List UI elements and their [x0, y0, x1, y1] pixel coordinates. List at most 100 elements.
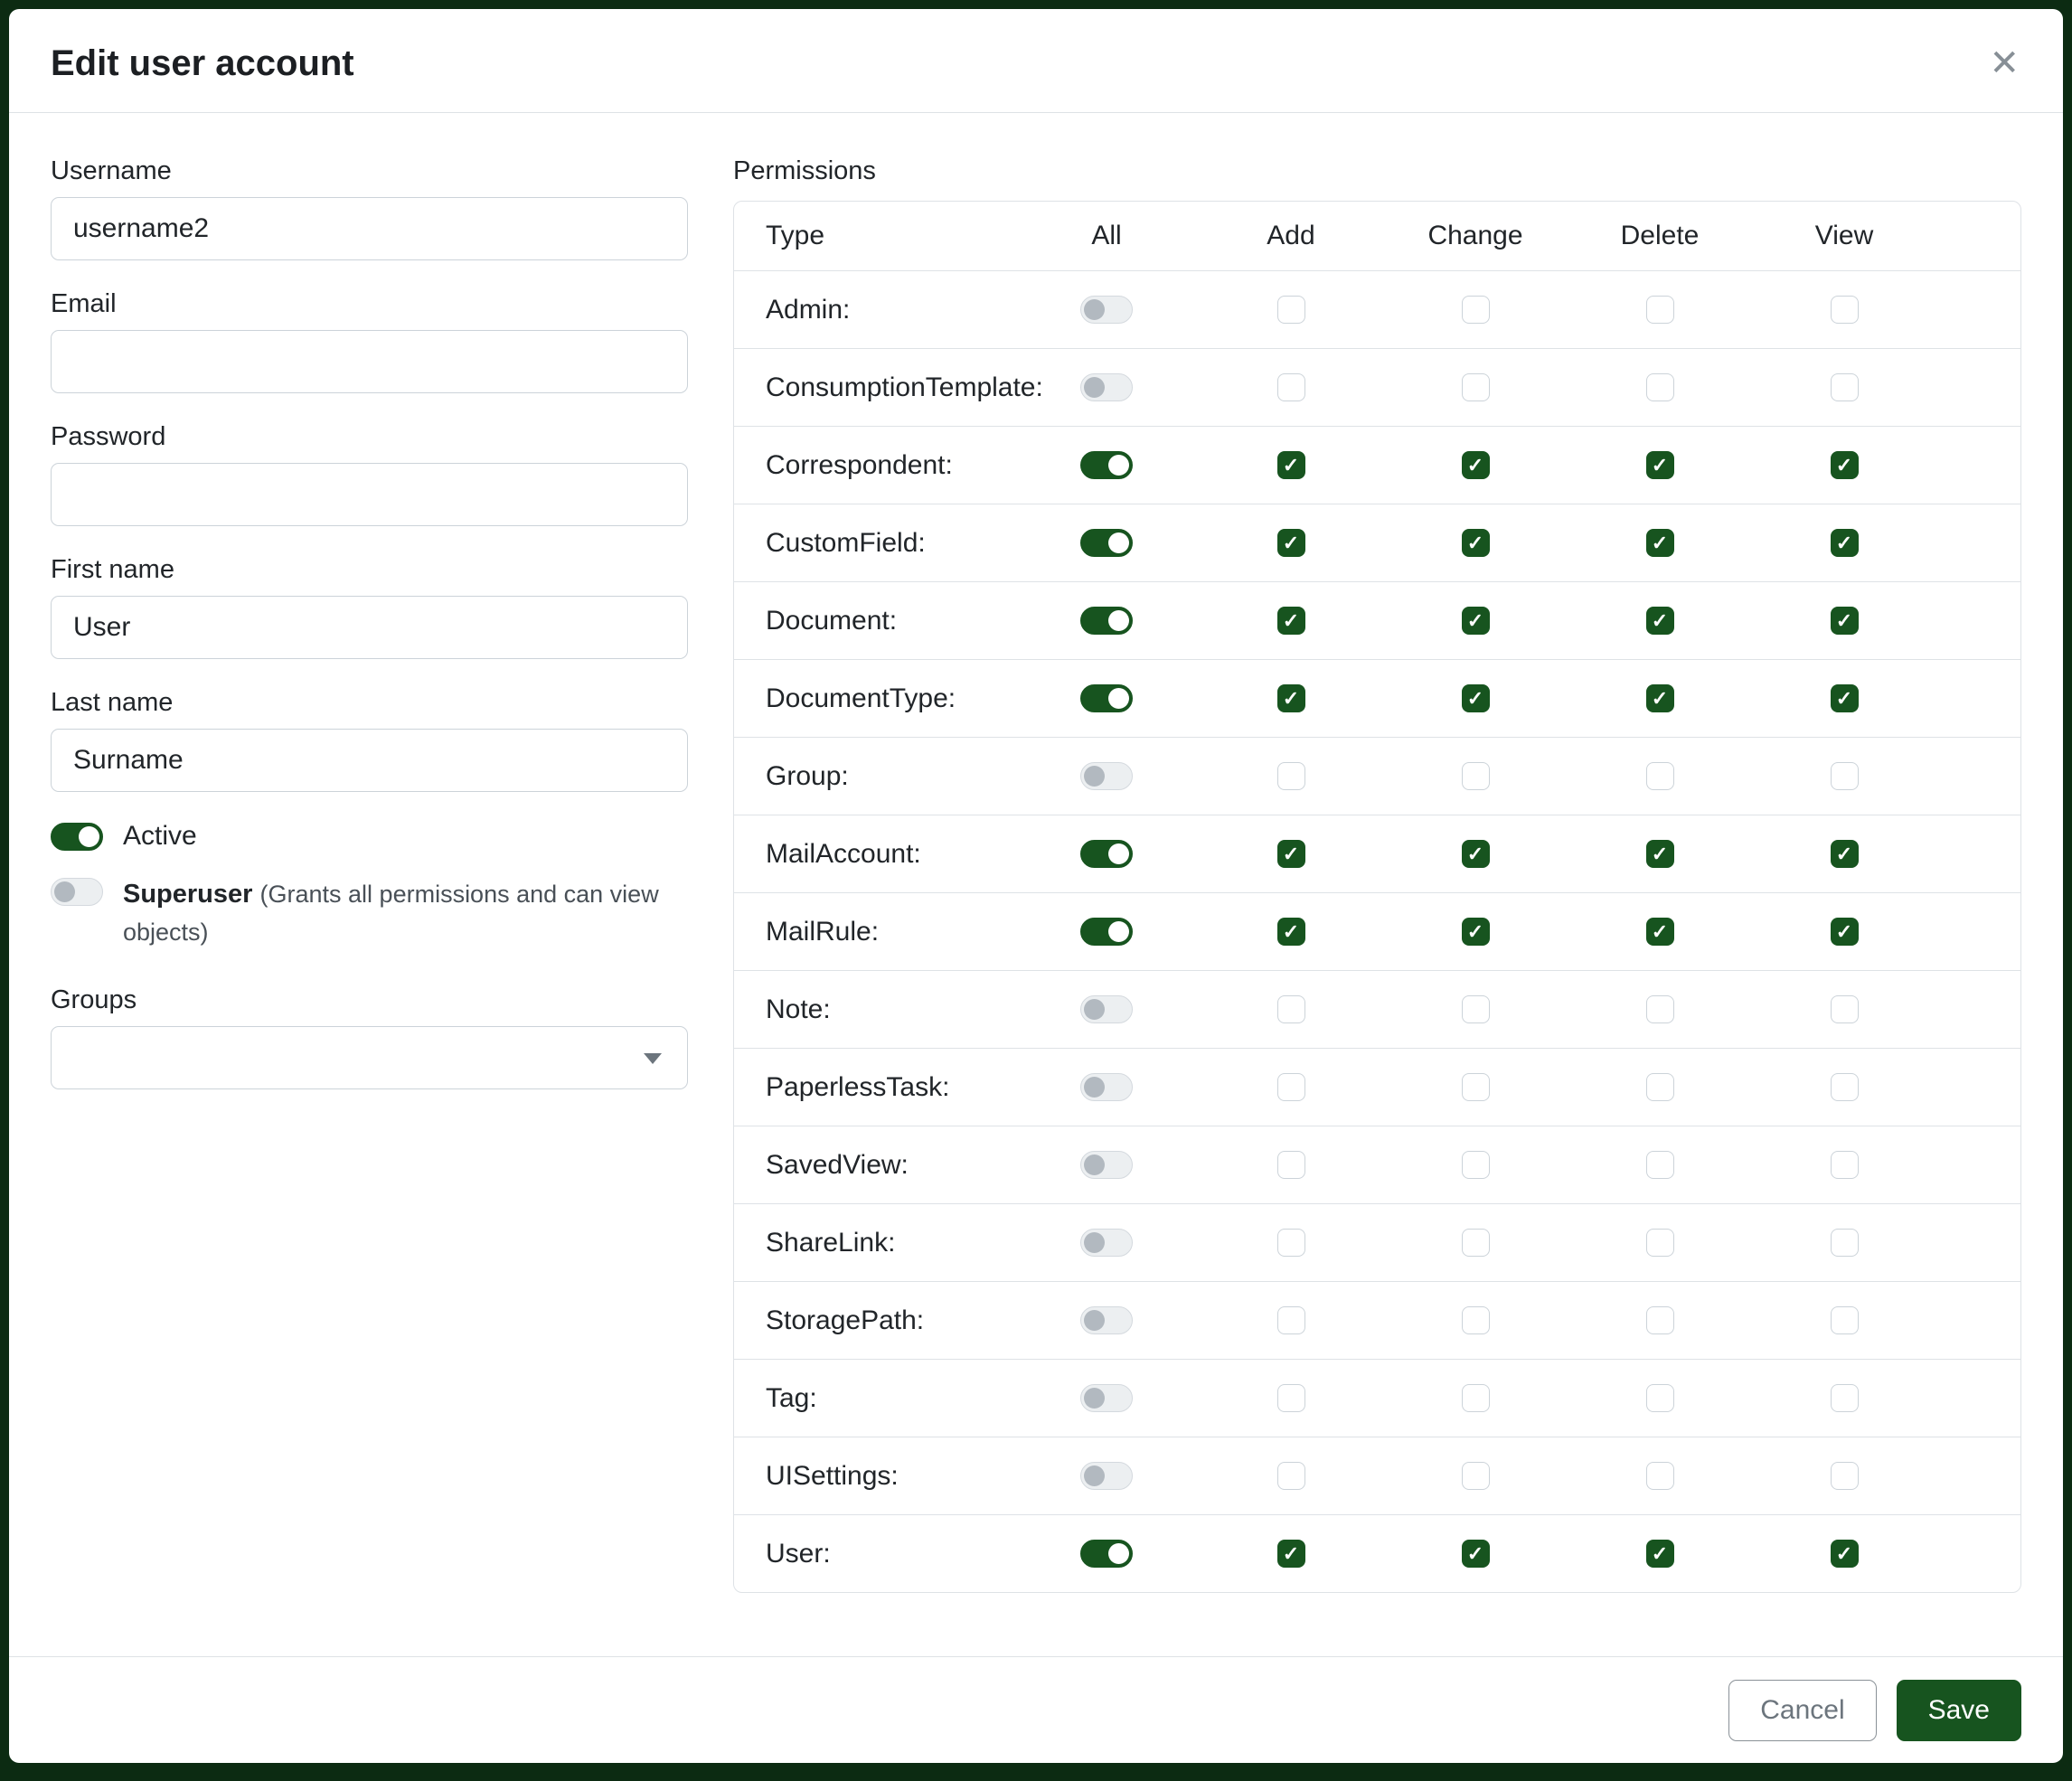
toggle-knob: [1084, 1310, 1105, 1331]
permission-view-checkbox[interactable]: [1831, 1151, 1859, 1179]
permission-change-checkbox[interactable]: [1462, 1384, 1490, 1412]
permission-view-checkbox[interactable]: [1831, 529, 1859, 557]
permission-delete-checkbox[interactable]: [1646, 840, 1674, 868]
permission-view-checkbox[interactable]: [1831, 373, 1859, 401]
permission-change-checkbox[interactable]: [1462, 684, 1490, 712]
superuser-toggle[interactable]: [51, 878, 103, 906]
permission-add-checkbox[interactable]: [1277, 1384, 1305, 1412]
permission-view-checkbox[interactable]: [1831, 296, 1859, 324]
permission-all-toggle[interactable]: [1080, 1151, 1133, 1179]
permission-all-toggle[interactable]: [1080, 918, 1133, 946]
permission-add-checkbox[interactable]: [1277, 1073, 1305, 1101]
permission-add-checkbox[interactable]: [1277, 607, 1305, 635]
groups-select[interactable]: [51, 1026, 688, 1089]
permission-all-toggle[interactable]: [1080, 1462, 1133, 1490]
permission-add-checkbox[interactable]: [1277, 373, 1305, 401]
permission-delete-checkbox[interactable]: [1646, 684, 1674, 712]
permission-add-checkbox[interactable]: [1277, 1540, 1305, 1568]
permission-add-checkbox[interactable]: [1277, 918, 1305, 946]
permission-all-toggle[interactable]: [1080, 373, 1133, 401]
permission-view-checkbox[interactable]: [1831, 995, 1859, 1023]
permission-change-checkbox[interactable]: [1462, 296, 1490, 324]
permission-all-toggle[interactable]: [1080, 995, 1133, 1023]
permission-type-label: MailAccount:: [766, 839, 1014, 870]
permission-change-checkbox[interactable]: [1462, 1229, 1490, 1257]
permission-delete-checkbox[interactable]: [1646, 762, 1674, 790]
permission-delete-checkbox[interactable]: [1646, 607, 1674, 635]
permission-delete-checkbox[interactable]: [1646, 918, 1674, 946]
permission-add-checkbox[interactable]: [1277, 1462, 1305, 1490]
permission-change-checkbox[interactable]: [1462, 1306, 1490, 1334]
permission-change-checkbox[interactable]: [1462, 529, 1490, 557]
permission-add-checkbox[interactable]: [1277, 684, 1305, 712]
permission-change-checkbox[interactable]: [1462, 451, 1490, 479]
permission-change-checkbox[interactable]: [1462, 1462, 1490, 1490]
permission-change-checkbox[interactable]: [1462, 1540, 1490, 1568]
permission-all-toggle[interactable]: [1080, 296, 1133, 324]
username-input[interactable]: [51, 197, 688, 260]
permission-add-checkbox[interactable]: [1277, 840, 1305, 868]
permission-view-checkbox[interactable]: [1831, 1306, 1859, 1334]
permission-change-checkbox[interactable]: [1462, 918, 1490, 946]
permission-delete-checkbox[interactable]: [1646, 1073, 1674, 1101]
permission-all-toggle[interactable]: [1080, 1306, 1133, 1334]
permission-delete-checkbox[interactable]: [1646, 529, 1674, 557]
permission-view-checkbox[interactable]: [1831, 840, 1859, 868]
permission-all-toggle[interactable]: [1080, 840, 1133, 868]
permission-delete-checkbox[interactable]: [1646, 1151, 1674, 1179]
permission-change-checkbox[interactable]: [1462, 840, 1490, 868]
permission-view-checkbox[interactable]: [1831, 762, 1859, 790]
permission-delete-checkbox[interactable]: [1646, 451, 1674, 479]
active-toggle[interactable]: [51, 823, 103, 851]
permission-delete-checkbox[interactable]: [1646, 1384, 1674, 1412]
permission-change-checkbox[interactable]: [1462, 762, 1490, 790]
permission-all-toggle[interactable]: [1080, 451, 1133, 479]
cancel-button[interactable]: Cancel: [1728, 1680, 1876, 1741]
permission-delete-checkbox[interactable]: [1646, 1540, 1674, 1568]
permission-add-checkbox[interactable]: [1277, 762, 1305, 790]
permission-delete-checkbox[interactable]: [1646, 995, 1674, 1023]
permission-change-checkbox[interactable]: [1462, 1073, 1490, 1101]
permission-view-checkbox[interactable]: [1831, 607, 1859, 635]
permission-view-checkbox[interactable]: [1831, 1073, 1859, 1101]
permission-change-checkbox[interactable]: [1462, 995, 1490, 1023]
permission-view-checkbox[interactable]: [1831, 1384, 1859, 1412]
permission-all-toggle[interactable]: [1080, 1384, 1133, 1412]
permission-change-checkbox[interactable]: [1462, 1151, 1490, 1179]
permission-all-toggle[interactable]: [1080, 1229, 1133, 1257]
permission-delete-checkbox[interactable]: [1646, 1229, 1674, 1257]
permission-view-checkbox[interactable]: [1831, 1229, 1859, 1257]
permission-view-checkbox[interactable]: [1831, 918, 1859, 946]
permission-add-checkbox[interactable]: [1277, 529, 1305, 557]
permission-change-checkbox[interactable]: [1462, 373, 1490, 401]
permission-view-checkbox[interactable]: [1831, 1540, 1859, 1568]
permission-all-toggle[interactable]: [1080, 1540, 1133, 1568]
permission-add-checkbox[interactable]: [1277, 451, 1305, 479]
permission-all-toggle[interactable]: [1080, 762, 1133, 790]
first-name-input[interactable]: [51, 596, 688, 659]
active-row: Active: [51, 821, 688, 852]
permission-view-checkbox[interactable]: [1831, 1462, 1859, 1490]
permission-view-checkbox[interactable]: [1831, 451, 1859, 479]
permission-add-checkbox[interactable]: [1277, 296, 1305, 324]
email-field[interactable]: [51, 330, 688, 393]
permission-delete-checkbox[interactable]: [1646, 373, 1674, 401]
permission-delete-checkbox[interactable]: [1646, 1306, 1674, 1334]
permission-change-checkbox[interactable]: [1462, 607, 1490, 635]
permission-all-toggle[interactable]: [1080, 607, 1133, 635]
permission-all-toggle[interactable]: [1080, 529, 1133, 557]
password-field[interactable]: [51, 463, 688, 526]
permission-type-label: ShareLink:: [766, 1228, 1014, 1258]
permission-add-checkbox[interactable]: [1277, 1151, 1305, 1179]
save-button[interactable]: Save: [1897, 1680, 2021, 1741]
permission-all-toggle[interactable]: [1080, 684, 1133, 712]
permission-add-checkbox[interactable]: [1277, 1306, 1305, 1334]
permission-all-toggle[interactable]: [1080, 1073, 1133, 1101]
last-name-input[interactable]: [51, 729, 688, 792]
permission-add-checkbox[interactable]: [1277, 1229, 1305, 1257]
permission-add-checkbox[interactable]: [1277, 995, 1305, 1023]
permission-view-checkbox[interactable]: [1831, 684, 1859, 712]
close-icon[interactable]: ✕: [1989, 45, 2020, 81]
permission-delete-checkbox[interactable]: [1646, 296, 1674, 324]
permission-delete-checkbox[interactable]: [1646, 1462, 1674, 1490]
